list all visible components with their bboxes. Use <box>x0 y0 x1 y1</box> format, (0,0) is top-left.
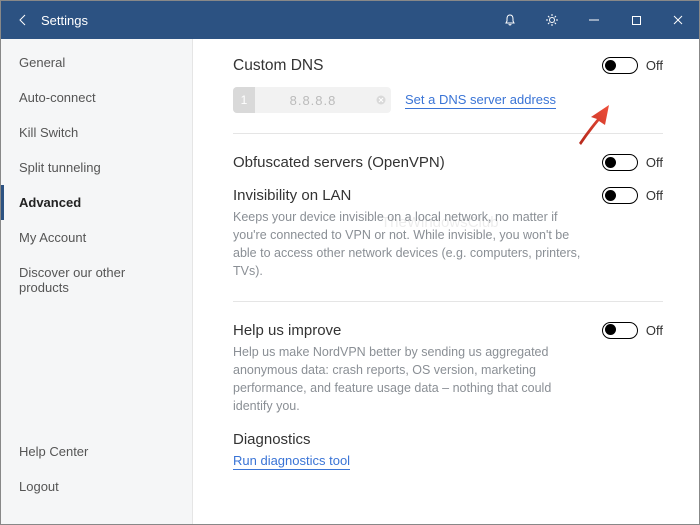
invisibility-desc: Keeps your device invisible on a local n… <box>233 208 584 281</box>
sidebar-item-split-tunneling[interactable]: Split tunneling <box>1 150 192 185</box>
back-button[interactable] <box>9 6 37 34</box>
help-improve-toggle[interactable] <box>602 322 638 339</box>
help-improve-heading: Help us improve <box>233 322 584 339</box>
sidebar-item-kill-switch[interactable]: Kill Switch <box>1 115 192 150</box>
dns-server-remove-icon[interactable] <box>371 87 391 113</box>
sidebar-item-label: Help Center <box>19 444 88 459</box>
invisibility-row: Invisibility on LAN Keeps your device in… <box>233 187 663 281</box>
sidebar-item-logout[interactable]: Logout <box>1 469 192 504</box>
divider <box>233 301 663 302</box>
close-button[interactable] <box>657 1 699 39</box>
sidebar-item-label: Advanced <box>19 195 81 210</box>
minimize-button[interactable] <box>573 1 615 39</box>
app-window: Settings General Auto-connect Kill Switc… <box>0 0 700 525</box>
maximize-button[interactable] <box>615 1 657 39</box>
obfuscated-row: Obfuscated servers (OpenVPN) Off <box>233 154 663 171</box>
custom-dns-toggle-label: Off <box>646 58 663 73</box>
sidebar-item-discover-products[interactable]: Discover our other products <box>1 255 192 305</box>
sidebar-item-label: Discover our other products <box>19 265 125 295</box>
titlebar: Settings <box>1 1 699 39</box>
sidebar-item-label: General <box>19 55 65 70</box>
titlebar-title: Settings <box>41 13 88 28</box>
dns-server-pill: 1 8.8.8.8 <box>233 87 391 113</box>
obfuscated-toggle[interactable] <box>602 154 638 171</box>
sidebar-item-auto-connect[interactable]: Auto-connect <box>1 80 192 115</box>
invisibility-toggle-label: Off <box>646 188 663 203</box>
diagnostics-heading: Diagnostics <box>233 431 663 448</box>
custom-dns-toggle[interactable] <box>602 57 638 74</box>
help-improve-toggle-label: Off <box>646 323 663 338</box>
set-dns-link[interactable]: Set a DNS server address <box>405 92 556 109</box>
invisibility-heading: Invisibility on LAN <box>233 187 584 204</box>
gear-icon[interactable] <box>531 1 573 39</box>
dns-server-row: 1 8.8.8.8 Set a DNS server address <box>233 87 663 113</box>
sidebar-item-label: Split tunneling <box>19 160 101 175</box>
sidebar-item-advanced[interactable]: Advanced <box>1 185 192 220</box>
main: General Auto-connect Kill Switch Split t… <box>1 39 699 524</box>
sidebar-item-help-center[interactable]: Help Center <box>1 434 192 469</box>
obfuscated-toggle-label: Off <box>646 155 663 170</box>
custom-dns-row: Custom DNS Off <box>233 57 663 75</box>
content-panel: Custom DNS Off 1 8.8.8.8 Set a DNS serve… <box>193 39 699 524</box>
sidebar-item-label: My Account <box>19 230 86 245</box>
sidebar: General Auto-connect Kill Switch Split t… <box>1 39 193 524</box>
dns-server-index: 1 <box>233 87 255 113</box>
sidebar-item-label: Kill Switch <box>19 125 78 140</box>
sidebar-item-my-account[interactable]: My Account <box>1 220 192 255</box>
custom-dns-heading: Custom DNS <box>233 57 584 75</box>
sidebar-item-label: Auto-connect <box>19 90 96 105</box>
bell-icon[interactable] <box>489 1 531 39</box>
help-improve-row: Help us improve Help us make NordVPN bet… <box>233 322 663 416</box>
help-improve-desc: Help us make NordVPN better by sending u… <box>233 343 584 416</box>
divider <box>233 133 663 134</box>
sidebar-item-label: Logout <box>19 479 59 494</box>
run-diagnostics-link[interactable]: Run diagnostics tool <box>233 453 350 470</box>
obfuscated-heading: Obfuscated servers (OpenVPN) <box>233 154 584 171</box>
dns-server-value: 8.8.8.8 <box>255 93 371 108</box>
invisibility-toggle[interactable] <box>602 187 638 204</box>
sidebar-item-general[interactable]: General <box>1 45 192 80</box>
